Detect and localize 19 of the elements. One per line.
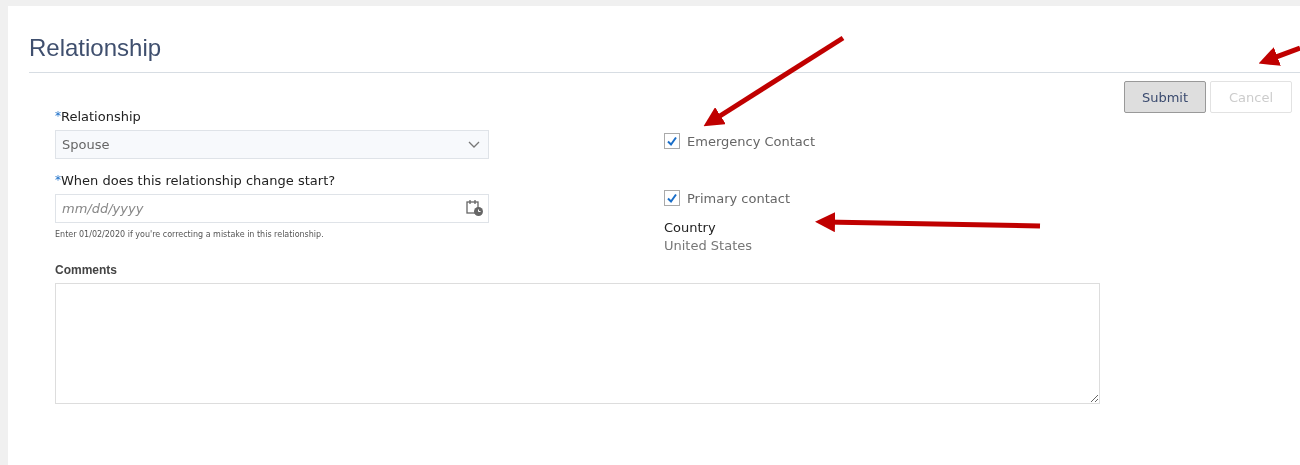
checkbox-label: Primary contact [687, 190, 791, 206]
checkbox[interactable] [664, 133, 680, 149]
page-title: Relationship [29, 34, 162, 62]
relationship-dropdown[interactable]: Spouse [55, 130, 489, 159]
date-field[interactable]: mm/dd/yyyy [55, 194, 489, 223]
comments-field[interactable] [55, 283, 1100, 404]
field-label: *When does this relationship change start? [55, 173, 337, 188]
calendar-icon[interactable] [466, 199, 484, 217]
country-value: United States [664, 238, 754, 253]
help-text: Enter 01/02/2020 if you're correcting a mistake in this relationship. [55, 230, 325, 239]
country-label: Country [664, 220, 717, 235]
annotation-arrow [1258, 45, 1300, 66]
field-label: *Relationship [55, 109, 142, 124]
comments-label: Comments [55, 263, 118, 277]
action-button[interactable]: Submit [1124, 81, 1206, 113]
checkbox-label: Emergency Contact [687, 133, 816, 149]
chevron-down-icon [468, 140, 480, 149]
checkbox[interactable] [664, 190, 680, 206]
dropdown-value: Spouse [62, 137, 110, 152]
